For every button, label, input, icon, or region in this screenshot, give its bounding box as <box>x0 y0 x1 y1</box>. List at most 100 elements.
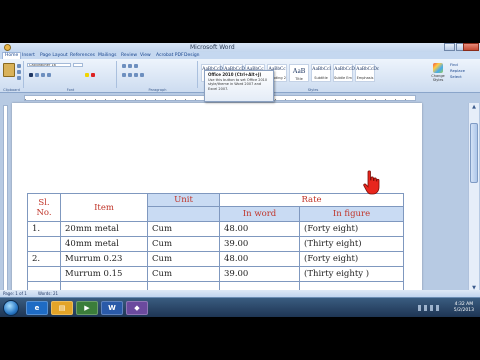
cell-unit[interactable]: Cum <box>147 221 220 237</box>
style-sample: AaBbCcI <box>312 67 331 72</box>
underline-icon[interactable] <box>41 73 45 77</box>
cell-in-figure[interactable]: (Forty eight) <box>299 251 404 267</box>
cell-unit[interactable]: Cum <box>147 251 220 267</box>
justify-icon[interactable] <box>140 73 144 77</box>
window-title: Microsoft Word <box>190 44 235 51</box>
cell-in-figure[interactable]: (Thirty eighty ) <box>299 266 404 282</box>
cell-in-word[interactable]: 48.00 <box>219 251 300 267</box>
tab-design[interactable]: Design <box>184 52 200 59</box>
word-count[interactable]: Words: 21 <box>38 290 58 297</box>
font-name-select[interactable]: Calligrapher 16 <box>27 63 71 67</box>
header-unit-blank[interactable] <box>147 206 220 222</box>
table-row: Murrum 0.15 Cum 39.00 (Thirty eighty ) <box>27 266 404 282</box>
word-icon[interactable]: W <box>101 301 123 315</box>
multilevel-list-icon[interactable] <box>134 64 138 68</box>
change-styles-label: Change Styles <box>431 74 445 82</box>
cell-in-word[interactable]: 39.00 <box>219 236 300 252</box>
tooltip: Office 2010 (Ctrl+Alt+J) Use this button… <box>204 70 274 102</box>
style-emphasis[interactable]: AaBbCcDc Emphasis <box>355 64 380 82</box>
scroll-thumb[interactable] <box>470 123 478 183</box>
format-painter-icon[interactable] <box>17 76 21 80</box>
cell-sl[interactable] <box>27 266 61 282</box>
status-bar: Page: 1 of 1 Words: 21 <box>0 290 480 297</box>
clipboard-group: Clipboard <box>0 61 24 92</box>
cell-item[interactable]: 40mm metal <box>60 236 148 252</box>
tooltip-body: Use this button to set Office 2010 style… <box>208 77 268 91</box>
page-count[interactable]: Page: 1 of 1 <box>3 290 27 297</box>
tab-mailings[interactable]: Mailings <box>98 52 116 59</box>
numbering-icon[interactable] <box>128 64 132 68</box>
paragraph-group: Paragraph <box>118 61 198 92</box>
tab-references[interactable]: References <box>70 52 95 59</box>
table-header-row: Sl. No. Item Unit Rate <box>27 193 404 222</box>
vertical-scrollbar[interactable]: ▲ ▼ <box>468 103 479 317</box>
clock[interactable]: 4:32 AM 5/2/2013 <box>454 302 474 314</box>
tab-view[interactable]: View <box>140 52 151 59</box>
start-button[interactable] <box>3 300 19 316</box>
highlight-icon[interactable] <box>85 73 89 77</box>
style-name: Title <box>295 77 303 81</box>
cut-icon[interactable] <box>17 64 21 68</box>
ie-icon[interactable]: e <box>26 301 48 315</box>
cell-sl[interactable]: 2. <box>27 251 61 267</box>
align-left-icon[interactable] <box>122 73 126 77</box>
document-page[interactable]: Sl. No. Item Unit Rate In word In figure… <box>12 103 422 317</box>
header-in-word[interactable]: In word <box>219 206 300 222</box>
app-icon[interactable]: ◆ <box>126 301 148 315</box>
style-title[interactable]: AaB Title <box>289 64 309 82</box>
tab-review[interactable]: Review <box>121 52 137 59</box>
cell-item[interactable]: 20mm metal <box>60 221 148 237</box>
style-sample: AaB <box>292 67 306 75</box>
vertical-ruler[interactable] <box>3 105 8 315</box>
header-sl-no[interactable]: Sl. No. <box>27 193 61 222</box>
editing-group: Find Replace Select <box>450 62 478 80</box>
bullets-icon[interactable] <box>122 64 126 68</box>
style-subtle-emphasis[interactable]: AaBbCcDc Subtle Em... <box>333 64 358 82</box>
scroll-up-icon[interactable]: ▲ <box>470 104 478 111</box>
table-row: 40mm metal Cum 39.00 (Thirty eight) <box>27 236 404 252</box>
rate-table[interactable]: Sl. No. Item Unit Rate In word In figure… <box>27 193 404 297</box>
style-sample: AaBbCcDc <box>356 67 380 72</box>
tab-insert[interactable]: Insert <box>22 52 35 59</box>
paste-icon[interactable] <box>3 63 15 77</box>
bold-icon[interactable] <box>29 73 33 77</box>
clock-date: 5/2/2013 <box>453 308 474 313</box>
header-unit[interactable]: Unit <box>147 193 220 207</box>
header-in-figure[interactable]: In figure <box>299 206 404 222</box>
cell-sl[interactable] <box>27 236 61 252</box>
cell-item[interactable]: Murrum 0.15 <box>60 266 148 282</box>
change-styles-button[interactable]: Change Styles <box>430 63 446 83</box>
system-tray[interactable] <box>418 305 440 311</box>
style-name: Subtle Em... <box>334 76 352 80</box>
italic-icon[interactable] <box>35 73 39 77</box>
clipboard-label: Clipboard <box>3 88 20 92</box>
close-button[interactable] <box>463 43 479 51</box>
office-button-icon[interactable] <box>4 44 11 51</box>
table-row: 1. 20mm metal Cum 48.00 (Forty eight) <box>27 221 404 237</box>
header-item[interactable]: Item <box>60 193 148 222</box>
ribbon-tabs: Home Insert Page Layout References Maili… <box>0 52 480 59</box>
copy-icon[interactable] <box>17 70 21 74</box>
cell-in-word[interactable]: 39.00 <box>219 266 300 282</box>
cell-unit[interactable]: Cum <box>147 266 220 282</box>
explorer-icon[interactable]: ▤ <box>51 301 73 315</box>
cell-in-figure[interactable]: (Forty eight) <box>299 221 404 237</box>
align-center-icon[interactable] <box>128 73 132 77</box>
align-right-icon[interactable] <box>134 73 138 77</box>
style-sample: AaBbCcDc <box>334 67 358 72</box>
cell-item[interactable]: Murrum 0.23 <box>60 251 148 267</box>
cell-sl[interactable]: 1. <box>27 221 61 237</box>
strikethrough-icon[interactable] <box>47 73 51 77</box>
cell-in-word[interactable]: 48.00 <box>219 221 300 237</box>
cell-unit[interactable]: Cum <box>147 236 220 252</box>
cell-in-figure[interactable]: (Thirty eight) <box>299 236 404 252</box>
tab-page-layout[interactable]: Page Layout <box>40 52 68 59</box>
style-subtitle[interactable]: AaBbCcI Subtitle <box>311 64 331 82</box>
font-size-select[interactable] <box>73 63 83 67</box>
media-player-icon[interactable]: ▶ <box>76 301 98 315</box>
font-color-icon[interactable] <box>91 73 95 77</box>
tab-acrobat-pdf[interactable]: Acrobat PDF <box>156 52 184 59</box>
minimize-button[interactable] <box>444 43 455 51</box>
select-button[interactable]: Select <box>450 74 478 80</box>
tab-home[interactable]: Home <box>2 52 22 59</box>
